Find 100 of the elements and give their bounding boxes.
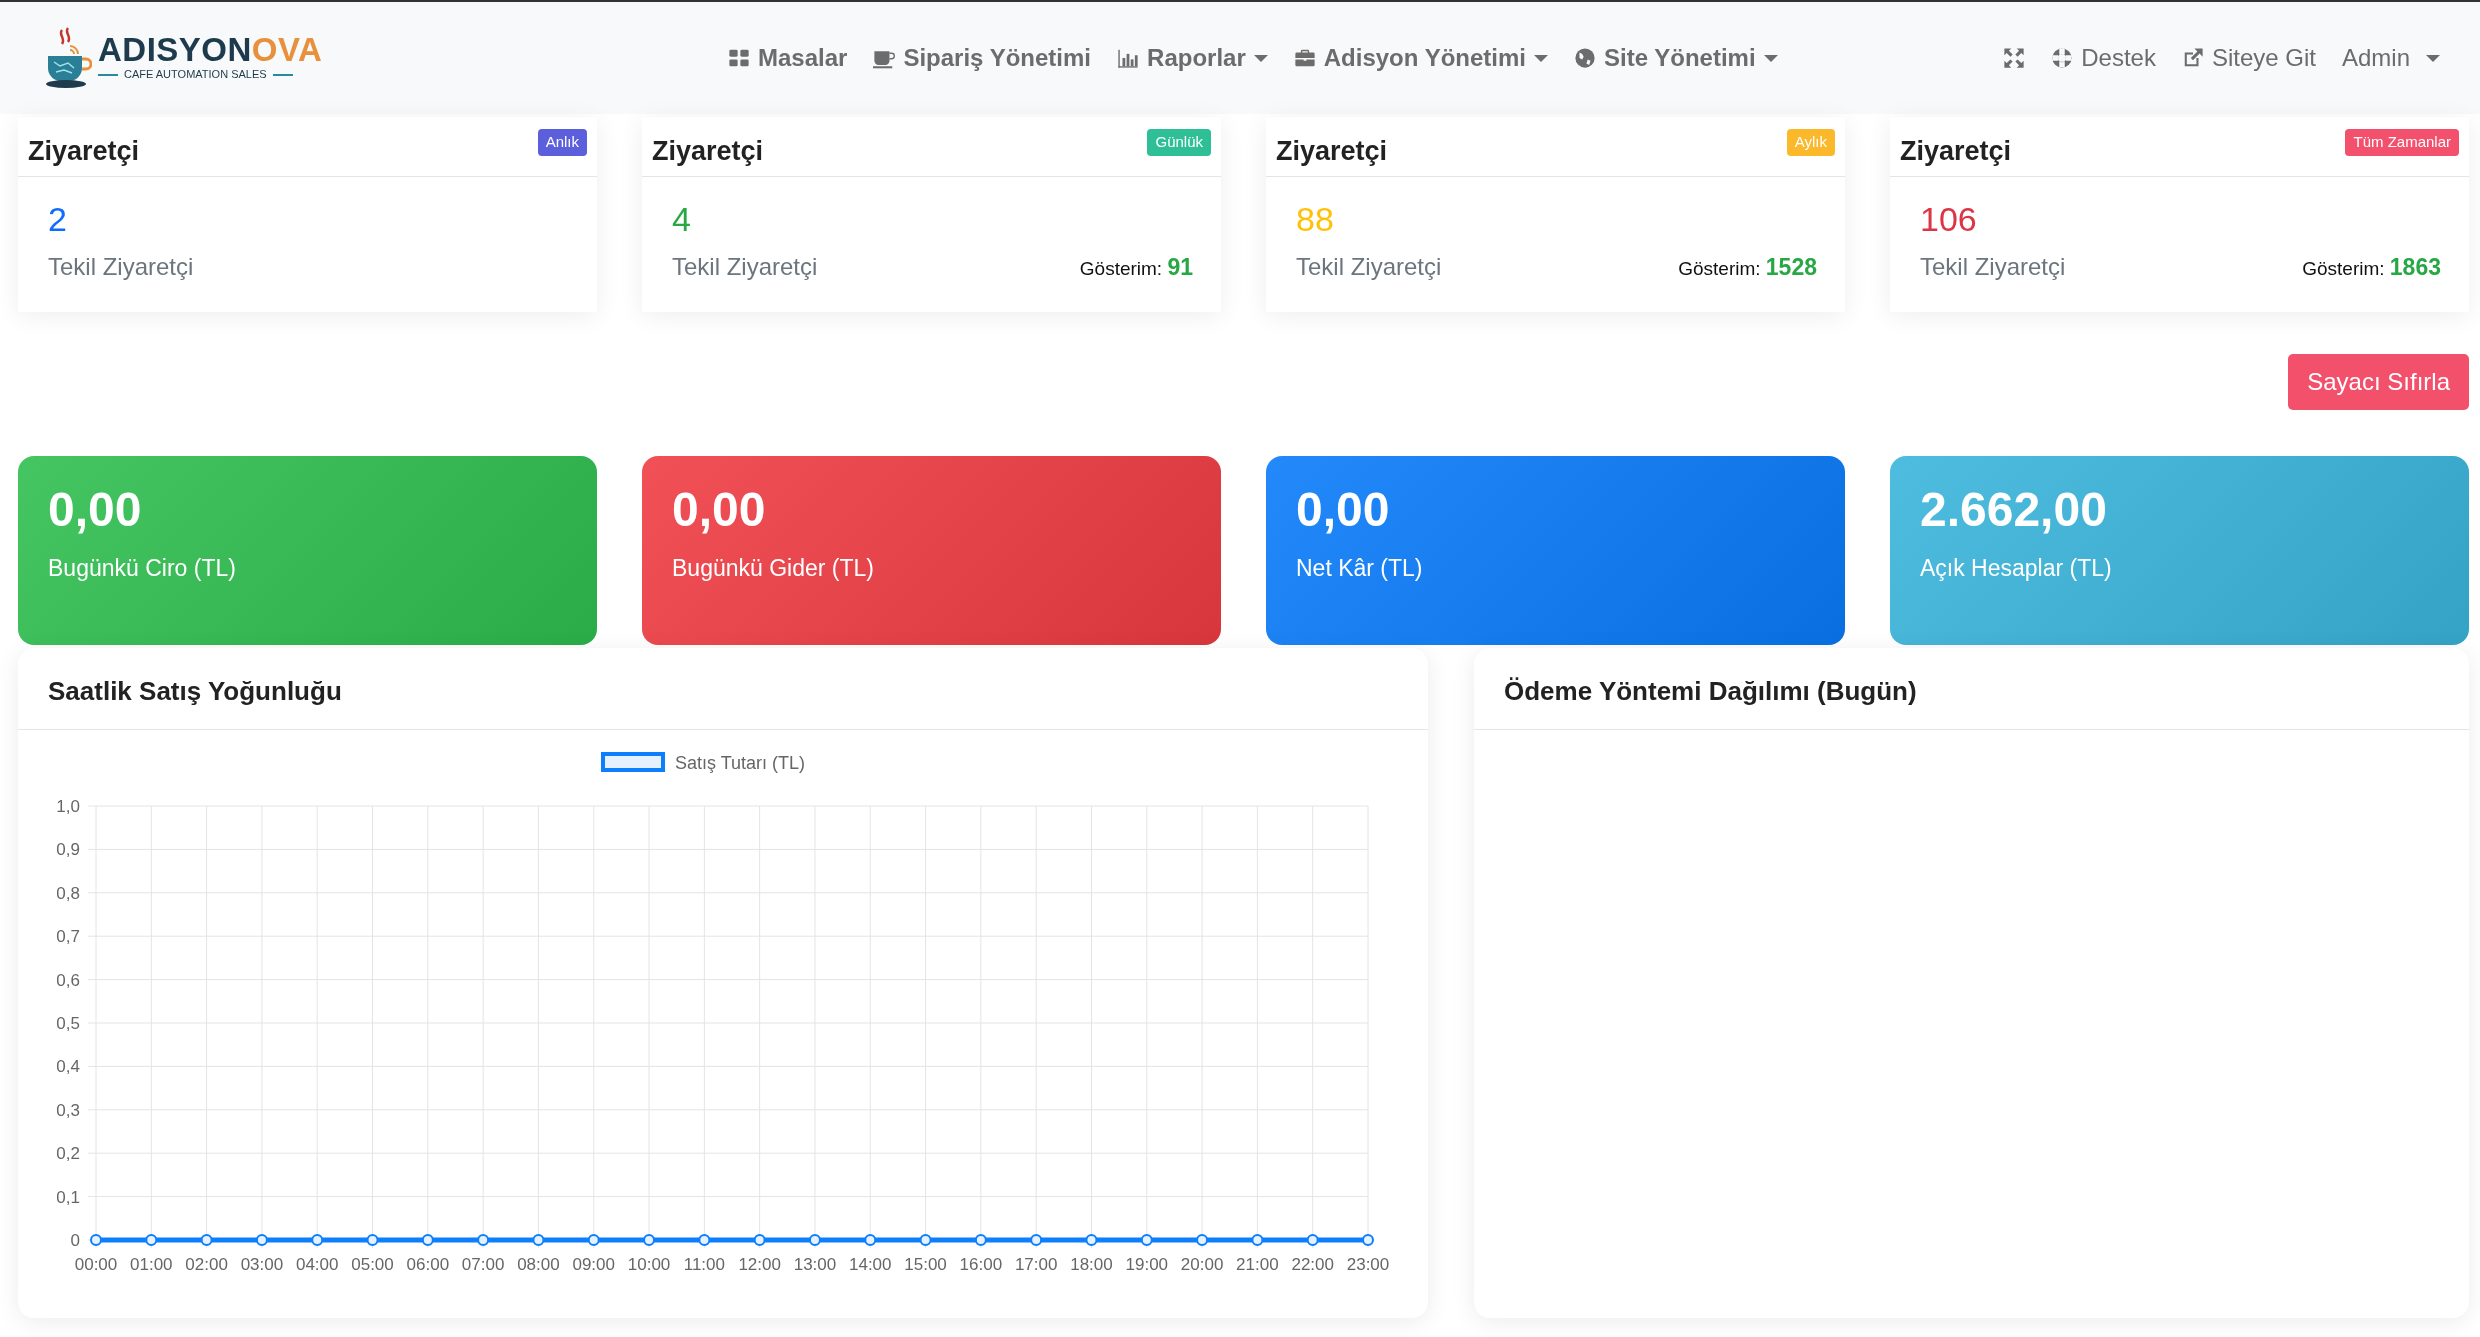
card-title: Ziyaretçi [28,135,140,168]
y-tick-label: 0,2 [56,1144,80,1164]
data-point [587,1234,600,1246]
caret-icon [1253,54,1268,62]
nav-link[interactable]: Sipariş Yönetimi [873,40,1092,76]
data-point [311,1234,324,1246]
stat-value: 0,00 [48,484,143,537]
x-tick-label: 16:00 [959,1255,1003,1274]
nav-link[interactable]: Site Yönetimi [1574,40,1778,76]
x-tick-label: 03:00 [240,1255,284,1274]
grid-icon [728,47,751,69]
x-tick-label: 06:00 [406,1255,450,1274]
card-title: Ziyaretçi [1276,135,1388,168]
period-tag: Anlık [537,129,587,156]
data-point [808,1234,821,1246]
period-tag: Günlük [1147,129,1211,156]
x-tick-label: 04:00 [295,1255,339,1274]
card-title: Ziyaretçi [1900,135,2012,168]
x-tick-label: 20:00 [1180,1255,1224,1274]
x-tick-label: 21:00 [1236,1255,1279,1274]
data-point [255,1234,268,1246]
nav-link[interactable]: Destek [2051,40,2156,76]
data-point [1140,1234,1153,1246]
x-tick-label: 02:00 [185,1255,228,1274]
x-tick-label: 22:00 [1291,1255,1334,1274]
y-tick-label: 0,8 [56,883,80,903]
nav-link[interactable]: Adisyon Yönetimi [1293,40,1548,76]
y-tick-label: 0,5 [56,1014,80,1033]
impressions-text: Gösterim: 91 [1079,253,1193,283]
x-tick-label: 09:00 [572,1255,615,1274]
reset-counter-button[interactable]: Sayacı Sıfırla [2288,354,2469,410]
data-point [200,1234,213,1246]
visitor-count: 2 [48,199,68,240]
x-tick-label: 11:00 [683,1255,725,1274]
x-tick-label: 05:00 [351,1255,394,1274]
legend-label: Satış Tutarı (TL) [675,753,806,773]
visitor-count: 88 [1296,199,1335,240]
nav-link[interactable]: Admin [2341,40,2440,76]
stat-value: 2.662,00 [1920,484,2108,537]
period-tag: Tüm Zamanlar [2345,129,2459,156]
data-point [643,1234,656,1246]
data-point [532,1234,545,1246]
data-point [698,1234,711,1246]
data-point [1030,1234,1043,1246]
count-label: Tekil Ziyaretçi [672,252,818,283]
data-point [421,1234,434,1246]
stat-label: Açık Hesaplar (TL) [1920,553,2113,583]
data-point [90,1234,102,1246]
data-point [974,1234,987,1246]
impressions-text: Gösterim: 1528 [1678,253,1817,283]
data-point [1251,1234,1264,1246]
x-tick-label: 19:00 [1125,1255,1169,1274]
count-label: Tekil Ziyaretçi [48,252,194,283]
stat-value: 0,00 [672,484,767,537]
x-tick-label: 08:00 [517,1255,560,1274]
data-point [753,1234,766,1246]
x-tick-label: 00:00 [74,1255,118,1274]
count-label: Tekil Ziyaretçi [1296,252,1442,283]
visitor-count: 4 [672,199,692,240]
x-tick-label: 18:00 [1070,1255,1113,1274]
x-tick-label: 12:00 [738,1255,781,1274]
data-point [1306,1234,1319,1246]
y-tick-label: 1,0 [56,797,80,816]
nav-link[interactable]: Siteye Git [2181,40,2316,76]
data-point [919,1234,932,1246]
y-tick-label: 0,1 [56,1187,80,1207]
y-tick-label: 0,4 [56,1057,80,1077]
bar-chart-icon [1117,47,1140,69]
data-point [1196,1234,1209,1246]
logo-tagline: CAFE AUTOMATION SALES [98,66,323,83]
y-tick-label: 0,6 [56,970,80,990]
y-tick-label: 0,9 [56,840,80,860]
x-tick-label: 17:00 [1014,1255,1058,1274]
y-tick-label: 0 [70,1231,80,1250]
card-title: Ödeme Yöntemi Dağılımı (Bugün) [1474,648,2469,730]
visitor-count: 106 [1920,199,1978,240]
nav-link[interactable]: Masalar [728,40,848,76]
data-point [145,1234,158,1246]
stat-label: Bugünkü Ciro (TL) [48,553,237,583]
y-tick-label: 0,3 [56,1100,80,1120]
nav-link[interactable]: Raporlar [1117,40,1268,76]
stat-label: Bugünkü Gider (TL) [672,553,875,583]
x-tick-label: 13:00 [793,1255,837,1274]
stat-value: 0,00 [1296,484,1391,537]
caret-icon [2426,54,2440,62]
logo-wordmark: ADISYONOVA [98,33,323,67]
briefcase-icon [1293,47,1316,69]
data-point [1362,1234,1374,1246]
x-tick-label: 01:00 [130,1255,173,1274]
data-point [864,1234,877,1246]
x-tick-label: 15:00 [904,1255,947,1274]
caret-icon [1534,54,1548,62]
caret-icon [1763,54,1778,62]
x-tick-label: 23:00 [1346,1255,1390,1274]
period-tag: Aylık [1786,129,1835,156]
data-point [366,1234,379,1246]
x-tick-label: 14:00 [849,1255,892,1274]
fullscreen-icon[interactable] [2003,47,2026,69]
card-title: Saatlik Satış Yoğunluğu [18,648,1428,730]
y-tick-label: 0,7 [56,927,80,947]
